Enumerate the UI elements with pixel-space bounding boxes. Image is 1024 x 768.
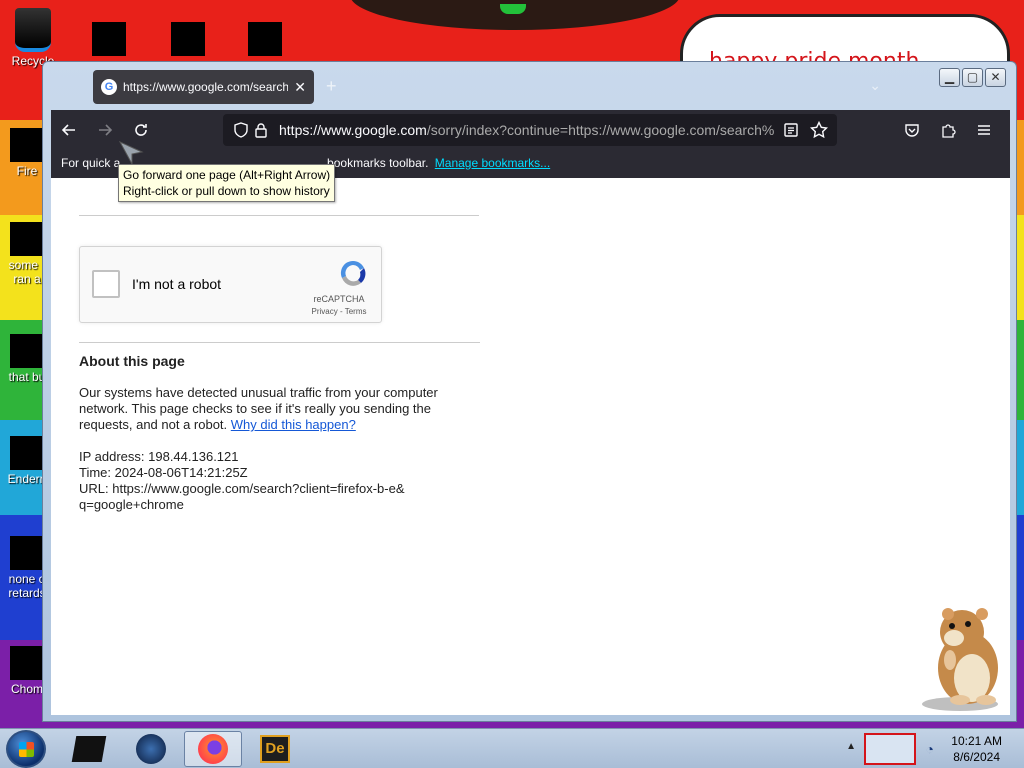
file-icon [10,222,44,256]
captcha-label: I'm not a robot [132,276,222,292]
bookmark-star-icon[interactable] [809,120,829,140]
minimize-button[interactable]: ▁ [939,68,960,87]
toolbar-right [894,114,1002,146]
clock-time: 10:21 AM [951,734,1002,748]
puzzle-icon [942,124,956,138]
why-did-this-happen-link[interactable]: Why did this happen? [231,417,356,432]
page-content: I'm not a robot reCAPTCHA Privacy - Term… [51,178,1010,715]
manage-bookmarks-link[interactable]: Manage bookmarks... [435,156,550,170]
recaptcha-widget: I'm not a robot reCAPTCHA Privacy - Term… [79,246,382,323]
about-body: Our systems have detected unusual traffi… [79,385,459,433]
close-window-button[interactable]: ✕ [985,68,1006,87]
tooltip-line-2: Right-click or pull down to show history [123,184,330,198]
lock-icon[interactable] [251,120,271,140]
taskbar: De ▲ ◔ 10:21 AM 8/6/2024 [0,728,1024,768]
divider [79,342,480,343]
globe-icon [136,734,166,764]
file-icon [10,334,44,368]
recaptcha-brand: reCAPTCHA [313,294,365,304]
back-button[interactable] [51,114,87,146]
request-url: URL: https://www.google.com/search?clien… [79,481,405,496]
browser-window: G https://www.google.com/search ✕ + ⌄ ▁ … [42,61,1017,722]
taskbar-app-2[interactable] [122,731,180,767]
menu-button[interactable] [966,114,1002,146]
taskbar-app-1[interactable] [60,731,118,767]
notification-area[interactable] [864,733,916,765]
start-button[interactable] [6,730,46,768]
de-app-icon: De [260,735,290,763]
google-favicon-icon: G [101,79,117,95]
navigation-toolbar: https://www.google.com/sorry/index?conti… [51,110,1010,150]
bookmarks-hint-suffix: bookmarks toolbar. [327,156,429,170]
bookmarks-hint-prefix: For quick a [61,156,121,170]
recycle-bin-icon [15,8,51,52]
pocket-button[interactable] [894,114,930,146]
network-icon[interactable]: ◔ [926,741,934,757]
back-arrow-icon [61,124,75,136]
app-icon [71,736,107,762]
pocket-icon [905,124,919,137]
desktop-icon-shortcut[interactable] [248,22,282,56]
reader-view-icon[interactable] [781,120,801,140]
url-text: https://www.google.com/sorry/index?conti… [279,122,781,138]
forward-arrow-icon [99,124,113,136]
app-icon [10,646,44,680]
taskbar-firefox[interactable] [184,731,242,767]
mouse-cursor-icon [118,140,144,165]
list-all-tabs-button[interactable]: ⌄ [869,77,881,94]
url-domain: https://www.google.com [279,122,427,138]
wallpaper-arc [350,0,680,30]
taskbar-app-de[interactable]: De [246,731,304,767]
request-url-cont: q=google+chrome [79,497,184,512]
address-bar[interactable]: https://www.google.com/sorry/index?conti… [223,114,837,146]
extensions-button[interactable] [930,114,966,146]
ip-address: IP address: 198.44.136.121 [79,449,239,464]
desktop-icon-app[interactable] [171,22,205,56]
tracking-protection-shield-icon[interactable] [231,120,251,140]
tab-title: https://www.google.com/search [123,80,289,94]
hamburger-menu-icon [978,125,990,135]
file-icon [10,536,44,570]
recaptcha-logo-icon [340,260,366,286]
request-details: IP address: 198.44.136.121 Time: 2024-08… [79,449,405,513]
tab-google-search[interactable]: G https://www.google.com/search ✕ [93,70,314,104]
windows-logo-icon [19,742,34,757]
app-icon [10,436,44,470]
new-tab-button[interactable]: + [326,76,337,97]
forward-tooltip: Go forward one page (Alt+Right Arrow) Ri… [118,164,336,202]
window-controls: ▁ ▢ ✕ [939,68,1006,87]
system-clock[interactable]: 10:21 AM 8/6/2024 [951,733,1002,765]
tab-close-icon[interactable]: ✕ [294,79,306,96]
show-hidden-icons-button[interactable]: ▲ [846,741,856,752]
desktop-icon-folder[interactable] [92,22,126,56]
request-time: Time: 2024-08-06T14:21:25Z [79,465,248,480]
tooltip-line-1: Go forward one page (Alt+Right Arrow) [123,168,331,182]
hamster-desktop-pet[interactable] [920,600,1010,712]
url-path: /sorry/index?continue=https://www.google… [426,122,775,138]
about-title: About this page [79,353,185,369]
clock-date: 8/6/2024 [953,750,1000,764]
desktop-icon-recycle-bin[interactable]: Recycle [6,8,60,68]
divider [79,215,479,216]
not-a-robot-checkbox[interactable] [92,270,120,298]
reload-icon [135,124,147,136]
firefox-icon [198,734,228,764]
maximize-button[interactable]: ▢ [962,68,983,87]
app-icon [10,128,44,162]
recaptcha-privacy-terms[interactable]: Privacy - Terms [309,307,369,316]
